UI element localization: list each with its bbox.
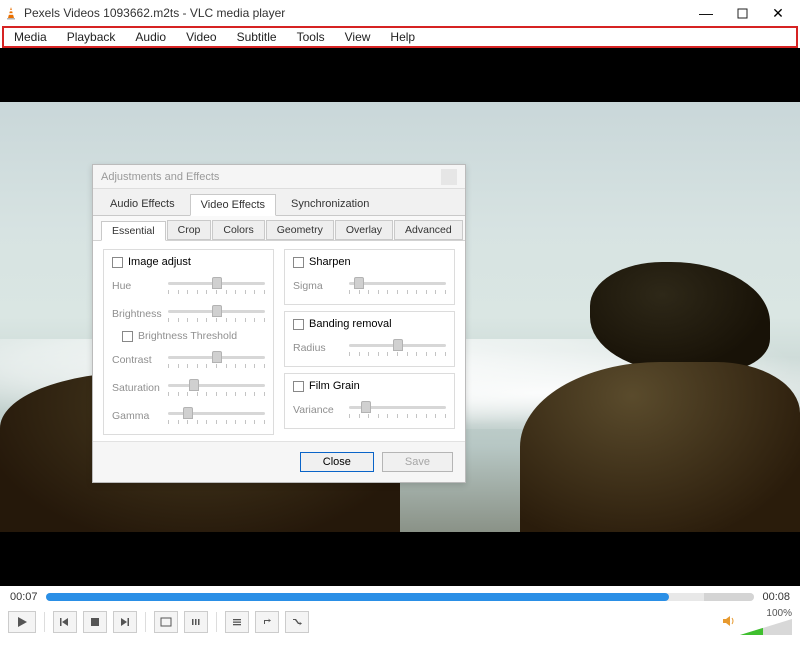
tab-synchronization[interactable]: Synchronization: [280, 193, 380, 215]
variance-label: Variance: [293, 404, 343, 416]
fullscreen-button[interactable]: [154, 611, 178, 633]
banding-removal-checkbox[interactable]: [293, 319, 304, 330]
tab-geometry[interactable]: Geometry: [266, 220, 334, 240]
menu-video[interactable]: Video: [176, 28, 226, 46]
film-grain-label: Film Grain: [309, 380, 360, 392]
tab-essential[interactable]: Essential: [101, 221, 166, 241]
variance-slider[interactable]: [349, 400, 446, 420]
tab-advanced[interactable]: Advanced: [394, 220, 463, 240]
saturation-slider[interactable]: [168, 378, 265, 398]
dialog-close-icon[interactable]: [441, 169, 457, 185]
tab-video-effects[interactable]: Video Effects: [190, 194, 276, 216]
save-button[interactable]: Save: [382, 452, 453, 472]
seek-row: 00:07 00:08: [0, 586, 800, 608]
shuffle-button[interactable]: [285, 611, 309, 633]
image-adjust-group: Image adjust Hue Brightness Brightness Thr…: [103, 249, 274, 435]
dialog-titlebar[interactable]: Adjustments and Effects: [93, 165, 465, 189]
brightness-threshold-checkbox[interactable]: [122, 331, 133, 342]
menu-tools[interactable]: Tools: [287, 28, 335, 46]
gamma-slider[interactable]: [168, 406, 265, 426]
minimize-button[interactable]: —: [688, 0, 724, 26]
menu-help[interactable]: Help: [380, 28, 425, 46]
film-grain-checkbox[interactable]: [293, 381, 304, 392]
playlist-button[interactable]: [225, 611, 249, 633]
tab-crop[interactable]: Crop: [167, 220, 212, 240]
menu-audio[interactable]: Audio: [125, 28, 176, 46]
window-titlebar: Pexels Videos 1093662.m2ts - VLC media p…: [0, 0, 800, 26]
volume-percent: 100%: [766, 608, 792, 619]
control-bar: 100%: [0, 608, 800, 636]
stop-button[interactable]: [83, 611, 107, 633]
time-current: 00:07: [10, 591, 38, 603]
volume-icon: [722, 615, 736, 630]
contrast-slider[interactable]: [168, 350, 265, 370]
radius-slider[interactable]: [349, 338, 446, 358]
seek-bar[interactable]: [46, 593, 755, 601]
sigma-slider[interactable]: [349, 276, 446, 296]
film-grain-group: Film Grain Variance: [284, 373, 455, 429]
effects-dialog: Adjustments and Effects Audio Effects Vi…: [92, 164, 466, 483]
dialog-title: Adjustments and Effects: [101, 171, 441, 183]
banding-removal-label: Banding removal: [309, 318, 392, 330]
volume-control[interactable]: 100%: [722, 608, 792, 637]
menu-bar: Media Playback Audio Video Subtitle Tool…: [2, 26, 798, 48]
menu-playback[interactable]: Playback: [57, 28, 126, 46]
image-adjust-label: Image adjust: [128, 256, 191, 268]
sharpen-group: Sharpen Sigma: [284, 249, 455, 305]
sharpen-label: Sharpen: [309, 256, 351, 268]
brightness-threshold-label: Brightness Threshold: [138, 330, 237, 342]
loop-button[interactable]: [255, 611, 279, 633]
window-title: Pexels Videos 1093662.m2ts - VLC media p…: [24, 6, 688, 20]
banding-removal-group: Banding removal Radius: [284, 311, 455, 367]
sharpen-checkbox[interactable]: [293, 257, 304, 268]
close-button[interactable]: Close: [300, 452, 374, 472]
tab-audio-effects[interactable]: Audio Effects: [99, 193, 186, 215]
main-tabs: Audio Effects Video Effects Synchronizat…: [93, 189, 465, 216]
volume-slider[interactable]: [740, 619, 792, 637]
brightness-label: Brightness: [112, 308, 162, 320]
extended-settings-button[interactable]: [184, 611, 208, 633]
radius-label: Radius: [293, 342, 343, 354]
sigma-label: Sigma: [293, 280, 343, 292]
prev-button[interactable]: [53, 611, 77, 633]
next-button[interactable]: [113, 611, 137, 633]
hue-label: Hue: [112, 280, 162, 292]
tab-colors[interactable]: Colors: [212, 220, 264, 240]
saturation-label: Saturation: [112, 382, 162, 394]
sub-tabs: Essential Crop Colors Geometry Overlay A…: [93, 216, 465, 241]
vlc-cone-icon: [4, 6, 18, 20]
menu-media[interactable]: Media: [4, 28, 57, 46]
gamma-label: Gamma: [112, 410, 162, 422]
time-total: 00:08: [762, 591, 790, 603]
play-button[interactable]: [8, 611, 36, 633]
contrast-label: Contrast: [112, 354, 162, 366]
tab-overlay[interactable]: Overlay: [335, 220, 393, 240]
maximize-button[interactable]: [724, 0, 760, 26]
hue-slider[interactable]: [168, 276, 265, 296]
video-area: Adjustments and Effects Audio Effects Vi…: [0, 48, 800, 586]
menu-view[interactable]: View: [335, 28, 381, 46]
menu-subtitle[interactable]: Subtitle: [227, 28, 287, 46]
image-adjust-checkbox[interactable]: [112, 257, 123, 268]
brightness-slider[interactable]: [168, 304, 265, 324]
window-close-button[interactable]: ✕: [760, 0, 796, 26]
